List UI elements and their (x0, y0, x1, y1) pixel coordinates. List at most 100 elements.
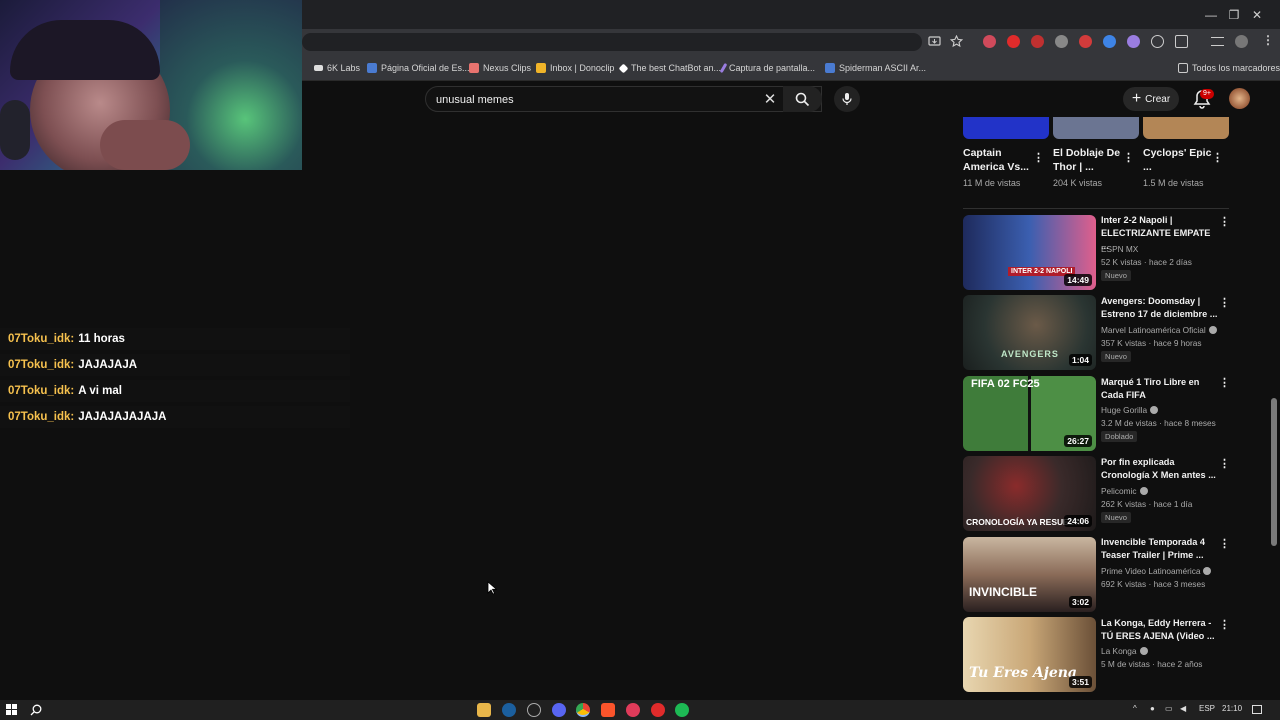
more-actions-icon[interactable]: ⋮ (1219, 376, 1230, 390)
video-title[interactable]: Por fin explicada Cronología X Men antes… (1101, 456, 1219, 482)
video-duration: 24:06 (1064, 515, 1092, 527)
page-scrollbar[interactable] (1271, 398, 1277, 546)
extension-icon[interactable] (983, 35, 996, 48)
steam-icon[interactable] (502, 703, 516, 717)
search-input[interactable] (434, 91, 754, 109)
address-bar[interactable] (302, 33, 922, 51)
video-title[interactable]: Avengers: Doomsday | Estreno 17 de dicie… (1101, 295, 1219, 321)
video-title[interactable]: Invencible Temporada 4 Teaser Trailer | … (1101, 536, 1219, 562)
video-title[interactable]: La Konga, Eddy Herrera - TÚ ERES AJENA (… (1101, 617, 1219, 643)
extension-icon[interactable] (1007, 35, 1020, 48)
short-views: 204 K vistas (1053, 178, 1103, 188)
more-actions-icon[interactable]: ⋮ (1219, 457, 1230, 471)
chat-text: A vi mal (78, 385, 122, 397)
video-badge: Nuevo (1101, 512, 1131, 523)
video-thumbnail[interactable]: FIFA 02 FC25 26:27 (963, 376, 1096, 451)
bookmark-item[interactable]: Inbox | Donoclip (536, 55, 614, 81)
bookmark-star-icon[interactable] (950, 35, 963, 48)
clear-search-button[interactable]: ✕ (761, 90, 779, 108)
short-thumbnail[interactable] (1053, 117, 1139, 139)
short-views: 11 M de vistas (963, 178, 1021, 188)
bookmark-item[interactable]: Spiderman ASCII Ar... (825, 55, 926, 81)
short-title[interactable]: El Doblaje De Thor | ... (1053, 146, 1123, 174)
video-channel[interactable]: Huge Gorilla (1101, 405, 1159, 415)
folder-icon (1178, 63, 1188, 73)
install-icon[interactable] (928, 35, 941, 48)
chrome-menu-icon[interactable]: ⋮ (1262, 33, 1274, 47)
bookmark-icon (367, 63, 377, 73)
video-thumbnail[interactable]: INTER 2-2 NAPOLI 14:49 (963, 215, 1096, 290)
windows-start-icon[interactable] (6, 704, 17, 715)
search-icon[interactable] (30, 704, 42, 716)
chat-text: 11 horas (78, 333, 125, 345)
short-thumbnail[interactable] (1143, 117, 1229, 139)
more-actions-icon[interactable]: ⋮ (1219, 296, 1230, 310)
more-actions-icon[interactable]: ⋮ (1212, 151, 1223, 165)
notifications-icon[interactable] (1252, 705, 1262, 714)
search-button[interactable] (783, 86, 822, 112)
video-meta: 5 M de vistas · hace 2 años (1101, 659, 1203, 669)
adblock-icon[interactable] (1031, 35, 1044, 48)
extension-icon[interactable] (1079, 35, 1092, 48)
extension-icon[interactable] (1151, 35, 1164, 48)
video-channel[interactable]: ESPN MX (1101, 244, 1138, 254)
channel-name: Pelicomic (1101, 486, 1137, 496)
short-thumbnail[interactable] (963, 117, 1049, 139)
voice-search-button[interactable] (834, 86, 860, 112)
microphone-icon[interactable]: ● (1150, 704, 1155, 713)
extension-icon[interactable] (1055, 35, 1068, 48)
extension-icon[interactable] (1103, 35, 1116, 48)
webcam-hand (100, 120, 190, 170)
video-title[interactable]: Marqué 1 Tiro Libre en Cada FIFA (1101, 376, 1219, 402)
close-icon: ✕ (763, 91, 777, 108)
more-actions-icon[interactable]: ⋮ (1219, 618, 1230, 632)
clock[interactable]: 21:10 (1222, 704, 1242, 713)
language-indicator[interactable]: ESP (1199, 704, 1215, 713)
more-actions-icon[interactable]: ⋮ (1123, 151, 1134, 165)
app-icon[interactable] (651, 703, 665, 717)
account-avatar[interactable] (1229, 88, 1250, 109)
more-actions-icon[interactable]: ⋮ (1219, 537, 1230, 551)
create-button[interactable]: + Crear (1123, 87, 1179, 111)
chrome-icon[interactable] (576, 703, 590, 717)
chat-username: 07Toku_idk: (8, 385, 75, 397)
network-icon[interactable]: ▭ (1165, 704, 1173, 713)
bookmark-item[interactable]: Página Oficial de Es... (367, 55, 470, 81)
verified-icon (1150, 406, 1159, 414)
video-thumbnail[interactable]: INVINCIBLE 3:02 (963, 537, 1096, 612)
volume-icon[interactable]: ◀ (1180, 704, 1186, 713)
discord-icon[interactable] (552, 703, 566, 717)
bookmark-item[interactable]: 6K Labs (314, 55, 360, 81)
close-window-button[interactable]: ✕ (1234, 0, 1280, 29)
profile-icon[interactable] (1235, 35, 1248, 48)
bookmark-item[interactable]: The best ChatBot an... (618, 55, 721, 81)
more-actions-icon[interactable]: ⋮ (1219, 215, 1230, 229)
bookmark-item[interactable]: Captura de pantalla... (719, 55, 815, 81)
short-title[interactable]: Captain America Vs... (963, 146, 1033, 174)
video-thumbnail[interactable]: AVENGERS 1:04 (963, 295, 1096, 370)
video-duration: 3:02 (1068, 596, 1092, 608)
video-channel[interactable]: Pelicomic (1101, 486, 1148, 496)
close-icon: ✕ (1251, 7, 1263, 22)
section-divider (963, 208, 1229, 209)
short-title[interactable]: Cyclops' Epic ... (1143, 146, 1213, 174)
verified-icon (1208, 326, 1217, 334)
bookmark-item[interactable]: Nexus Clips (469, 55, 531, 81)
chat-username: 07Toku_idk: (8, 411, 75, 423)
extension-icon[interactable] (1127, 35, 1140, 48)
video-channel[interactable]: La Konga (1101, 646, 1148, 656)
video-channel[interactable]: Marvel Latinoamérica Oficial (1101, 325, 1217, 335)
app-icon[interactable] (626, 703, 640, 717)
reading-list-icon[interactable] (1211, 37, 1224, 46)
app-icon[interactable] (527, 703, 541, 717)
more-actions-icon[interactable]: ⋮ (1033, 151, 1044, 165)
tray-chevron-icon[interactable]: ^ (1133, 704, 1137, 713)
video-thumbnail[interactable]: Tu Eres Ajena 3:51 (963, 617, 1096, 692)
video-channel[interactable]: Prime Video Latinoamérica (1101, 566, 1212, 576)
extensions-puzzle-icon[interactable] (1175, 35, 1188, 48)
spotify-icon[interactable] (675, 703, 689, 717)
brave-icon[interactable] (601, 703, 615, 717)
video-thumbnail[interactable]: CRONOLOGÍA YA RESUELTA 24:06 (963, 456, 1096, 531)
file-explorer-icon[interactable] (477, 703, 491, 717)
all-bookmarks-button[interactable]: Todos los marcadores (1178, 55, 1280, 81)
